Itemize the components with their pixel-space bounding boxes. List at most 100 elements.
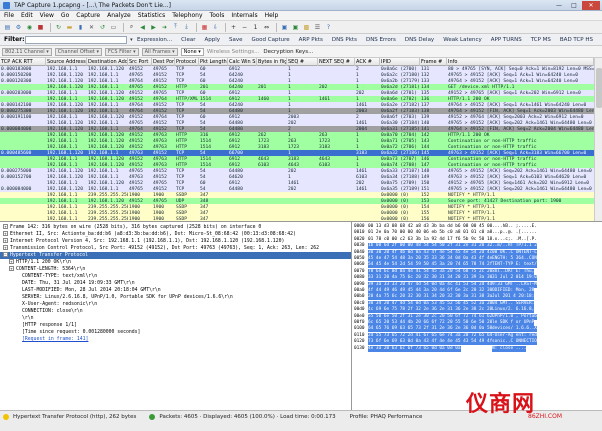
hex-ascii[interactable]: Linux/2. 6.16.8, [492,307,535,314]
detail-row[interactable]: [Request in frame: 141] [0,336,351,343]
capture-filters-icon[interactable]: ▣ [280,23,289,32]
last-packet-icon[interactable]: ⤓ [182,23,191,32]
auto-scroll-icon[interactable]: ⇩ [211,23,220,32]
detail-row[interactable]: X-User-Agent: redsonic\r\n [0,301,351,308]
detail-row[interactable]: DATE: Thu, 31 Jul 2014 19:09:33 GMT\r\n [0,280,351,287]
column-header[interactable]: Source Address [46,58,87,66]
filter-button-dns-errors[interactable]: DNS Errors [366,37,396,43]
find-icon[interactable]: ⌕ [127,23,136,32]
expand-icon[interactable]: + [3,231,8,236]
hex-bytes[interactable]: 73 6f 6e 69 63 0d 0a 43 4f 4e 4e 45 43 5… [368,339,493,346]
detail-row[interactable]: [HTTP response 1/1] [0,322,351,329]
hex-bytes[interactable]: 30 30 20 4f 4b 0d 0a 43 4f 4e 54 45 4e 5… [368,249,493,256]
menu-statistics[interactable]: Statistics [138,12,165,19]
hex-bytes[interactable]: 01 78 c0 00 c2 63 3b 1a 92 4d 17 f6 5b 9… [368,237,492,243]
preferences-icon[interactable]: ☰ [313,23,322,32]
filter-button-dns-delay[interactable]: DNS Delay [405,37,434,43]
zoom-out-icon[interactable]: − [240,23,249,32]
menu-internals[interactable]: Internals [231,12,257,19]
column-header[interactable]: Bytes in flight [257,58,287,66]
hex-bytes[interactable]: 4e 3a 20 63 6c 6f 73 65 0d 0a 0d 0a [368,345,461,352]
hex-bytes[interactable]: 55 50 6e 50 2f 31 2e 30 2c 20 50 6f 72 7… [368,313,493,320]
options-icon[interactable]: ⚙ [14,23,23,32]
column-header[interactable]: Pkt Length [199,58,228,66]
hex-ascii[interactable]: -User-Ag ent: red [492,332,537,339]
minimize-button[interactable]: — [552,1,566,10]
menu-edit[interactable]: Edit [21,12,33,19]
go-back-icon[interactable]: ◀ [138,23,147,32]
hex-bytes[interactable]: 4c 69 6e 75 78 2f 32 2e 36 2e 31 36 2e 3… [368,307,493,314]
zoom-in-icon[interactable]: + [229,23,238,32]
go-to-packet-icon[interactable]: ➜ [160,23,169,32]
coloring-rules-icon[interactable]: ▩ [302,23,311,32]
detail-row[interactable]: + Ethernet II, Src: Actionte_ba:dd:b6 (a8… [0,231,351,238]
filter-button-dns-pkts[interactable]: DNS Pkts [332,37,357,43]
filter-button-expression[interactable]: Expression... [137,37,172,43]
hex-bytes[interactable]: 33 31 20 4a 75 6c 20 32 30 31 34 20 31 3… [368,275,493,282]
interfaces-icon[interactable]: ▤ [3,23,12,32]
detail-row[interactable]: CONTENT-TYPE: text/xml\r\n [0,273,351,280]
menu-go[interactable]: Go [61,12,69,19]
menu-telephony[interactable]: Telephony [172,12,202,19]
filter-button-save[interactable]: Save [229,37,243,43]
menu-file[interactable]: File [4,12,14,19]
stop-capture-icon[interactable]: ■ [36,23,45,32]
hex-bytes[interactable]: 78 6d 6c 0d 0a 44 41 54 45 3a 20 54 68 7… [368,268,493,275]
status-profile[interactable]: Profile: PHAQ Performance [350,414,423,420]
frames-select[interactable]: All Frames ▾ [141,47,178,56]
hex-ascii[interactable]: ...p..@. .[...... [492,230,537,236]
menu-analyze[interactable]: Analyze [107,12,131,19]
detail-row[interactable]: + CONTENT-LENGTH: 5364\r\n [0,266,351,273]
save-file-icon[interactable]: ▮ [76,23,85,32]
column-header[interactable]: NEXT SEQ # [318,58,355,66]
close-file-icon[interactable]: ✕ [87,23,96,32]
detail-text[interactable]: [Request in frame: 141] [22,337,88,342]
column-header[interactable]: SEQ # [287,58,318,66]
normal-size-icon[interactable]: 1 [251,23,260,32]
close-button[interactable]: ✕ [582,1,600,10]
hex-bytes[interactable]: 54 45 4e 54 2d 54 59 50 45 3a 20 74 65 7… [368,262,493,269]
column-header[interactable]: Protocol [175,58,199,66]
filter-button-weak-latency[interactable]: Weak Latency [443,37,482,43]
hex-ascii[interactable]: 00 OK..C ONTENT-L [492,249,537,256]
filter-input[interactable] [24,35,128,44]
menu-view[interactable]: View [40,12,54,19]
capture-comment-icon[interactable] [149,414,156,420]
resize-columns-icon[interactable]: ⇔ [262,23,271,32]
hex-bytes[interactable]: 64 65 76 69 63 65 73 2f 31 2e 36 2e 36 0… [368,326,493,333]
scrollbar-thumb[interactable] [596,68,602,108]
column-header[interactable]: Info [447,58,594,66]
filter-button-arp-pkts[interactable]: ARP Pkts [299,37,323,43]
column-header[interactable]: TCP ACK RTT [0,58,46,66]
hex-ascii[interactable]: Jul 201 4 20:18: [492,294,535,301]
detail-row[interactable]: CONNECTION: close\r\n [0,308,351,315]
filter-dropdown-icon[interactable]: ▾ [130,36,134,44]
menu-capture[interactable]: Capture [76,12,100,19]
hex-bytes[interactable]: 39 3a 33 33 20 47 4d 54 0d 0a 4c 41 53 5… [368,281,493,288]
expand-icon[interactable]: + [9,259,14,264]
packet-list-scrollbar[interactable] [594,58,602,221]
column-header[interactable]: ACK # [355,58,380,66]
colorize-icon[interactable]: ▦ [200,23,209,32]
decryption-keys-button[interactable]: Decryption Keys... [263,49,313,55]
detail-row[interactable]: + Internet Protocol Version 4, Src: 192.1… [0,238,351,245]
maximize-button[interactable]: □ [567,1,581,10]
filter-button-good-capture[interactable]: Good Capture [252,37,290,43]
collapse-icon[interactable]: − [3,252,8,257]
hex-ascii[interactable]: TENT-TYP E: text/ [492,262,537,269]
detail-row[interactable]: + Frame 142: 316 bytes on wire (2528 bits… [0,224,351,231]
column-header[interactable]: Calc Win Size [228,58,257,66]
hex-ascii[interactable]: xml..DAT E: Thu, [492,268,535,275]
filter-button-app-turns[interactable]: APP TURNS [491,37,522,43]
open-file-icon[interactable]: ▬ [65,23,74,32]
print-icon[interactable]: ▭ [109,23,118,32]
go-forward-icon[interactable]: ▶ [149,23,158,32]
hex-ascii[interactable]: sonic..C ONNECTIO [492,339,537,346]
decryption-select[interactable]: None ▾ [180,47,204,56]
start-capture-icon[interactable]: ◉ [25,23,34,32]
filter-button-bad-tcp-hs[interactable]: BAD TCP HS [560,37,593,43]
hex-bytes[interactable]: 20 4a 75 6c 20 32 30 31 34 20 32 30 3a 3… [368,294,493,301]
detail-row-selected[interactable]: − Hypertext Transfer Protocol [0,252,351,259]
detail-row[interactable]: [Time since request: 0.001280000 seconds… [0,329,351,336]
column-header[interactable]: Destination Addr [87,58,128,66]
